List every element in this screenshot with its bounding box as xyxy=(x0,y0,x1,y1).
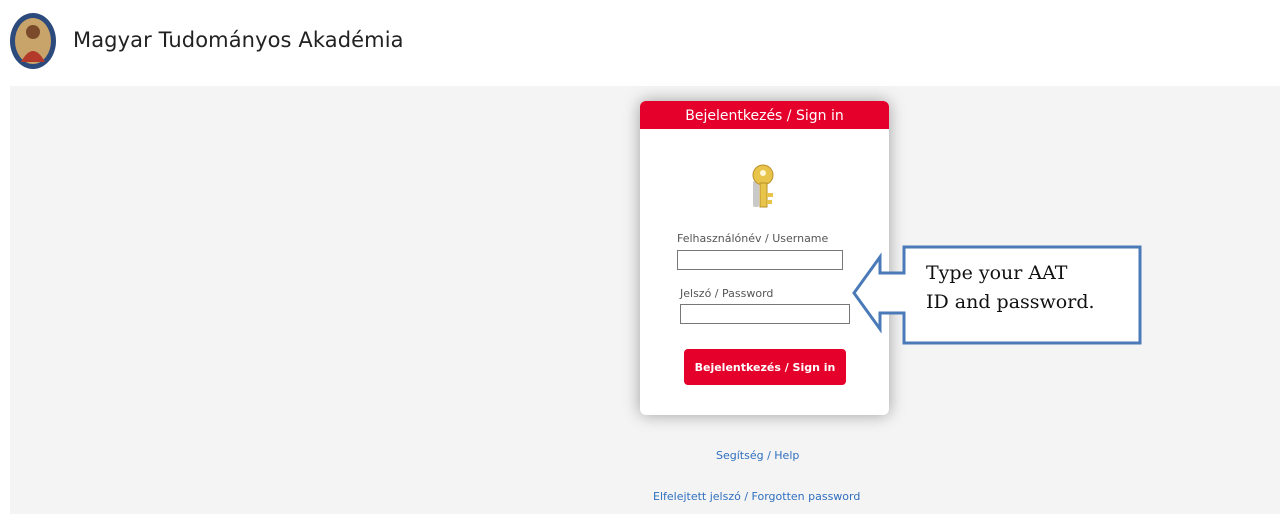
sign-in-button[interactable]: Bejelentkezés / Sign in xyxy=(684,349,846,385)
login-card-heading: Bejelentkezés / Sign in xyxy=(640,101,889,129)
callout-line-2: ID and password. xyxy=(926,291,1095,313)
academy-seal-icon[interactable] xyxy=(9,12,57,70)
password-label: Jelszó / Password xyxy=(680,287,774,300)
username-input[interactable] xyxy=(677,250,843,270)
site-title: Magyar Tudományos Akadémia xyxy=(73,28,404,52)
callout-line-1: Type your AAT xyxy=(926,262,1068,284)
help-link[interactable]: Segítség / Help xyxy=(716,449,799,462)
forgotten-password-link[interactable]: Elfelejtett jelszó / Forgotten password xyxy=(653,490,860,503)
password-input[interactable] xyxy=(680,304,850,324)
callout-text: Type your AAT ID and password. xyxy=(926,259,1146,317)
site-header: Magyar Tudományos Akadémia xyxy=(0,0,1282,86)
key-icon xyxy=(752,164,774,208)
username-label: Felhasználónév / Username xyxy=(677,232,829,245)
